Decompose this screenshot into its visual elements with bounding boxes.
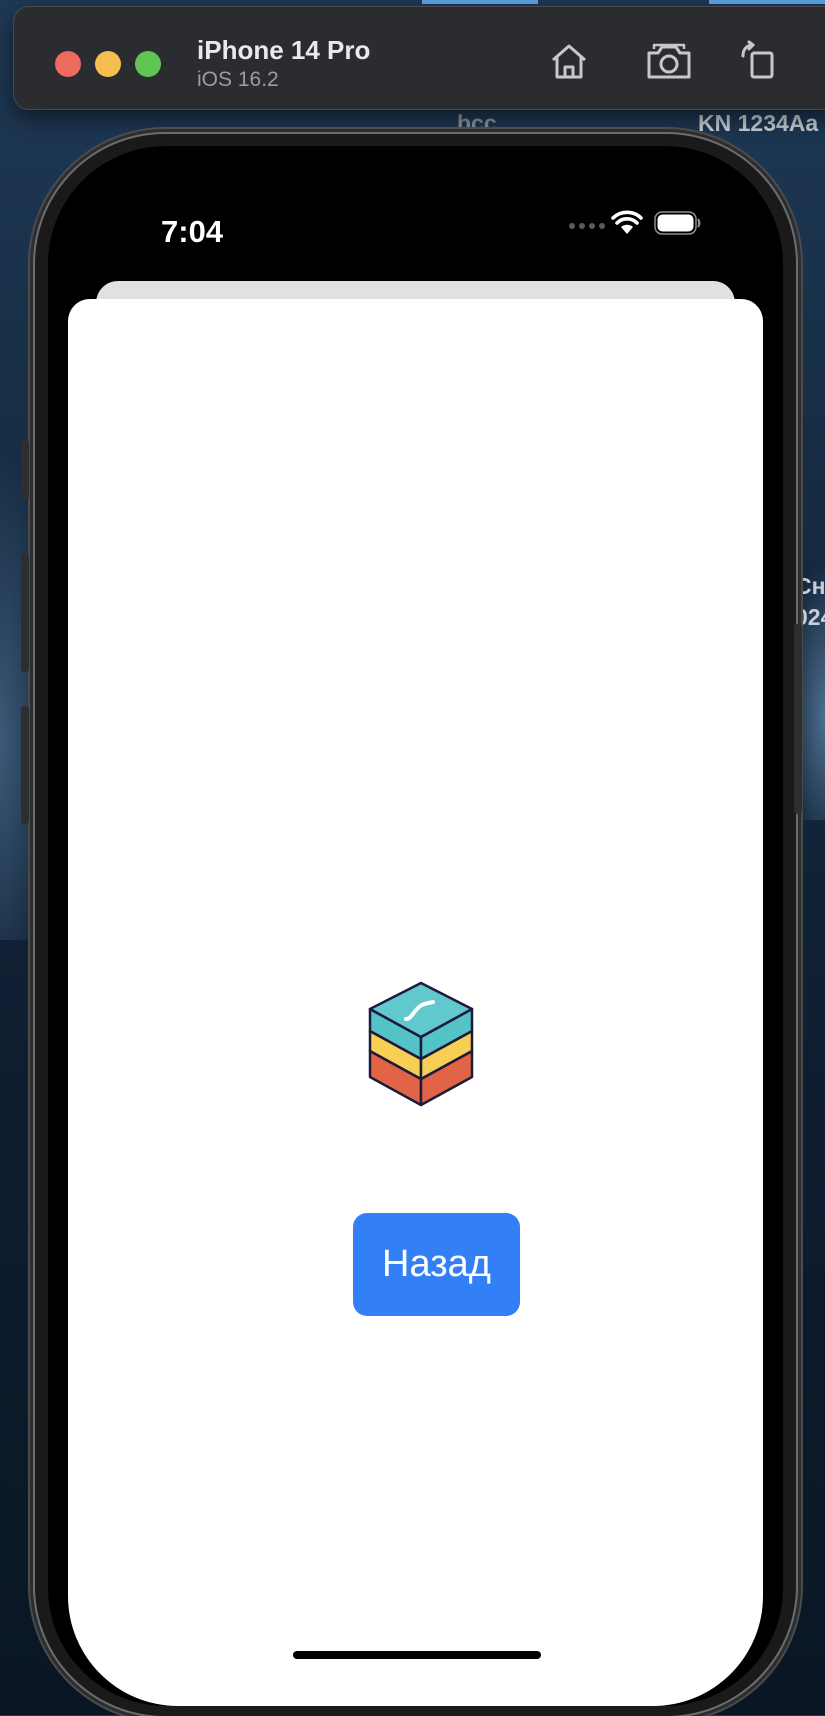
desktop-window-edge (422, 0, 538, 4)
device-name: iPhone 14 Pro (197, 35, 371, 65)
window-minimize-button[interactable] (95, 51, 121, 77)
desktop-icon-label: Сн (795, 573, 825, 599)
rotate-icon[interactable] (735, 37, 783, 85)
home-icon[interactable] (545, 37, 593, 85)
desktop-window-edge (709, 0, 825, 4)
screenshot-camera-icon[interactable] (645, 37, 693, 85)
phone-volume-down-button (21, 706, 29, 824)
iphone-device-frame: 7:04 Назад (21, 134, 802, 1716)
stacked-cube-logo-icon (368, 981, 474, 1107)
simulator-title-bar: iPhone 14 Pro iOS 16.2 (13, 6, 825, 110)
window-zoom-button[interactable] (135, 51, 161, 77)
modal-sheet: Назад (68, 299, 763, 1706)
phone-screen: 7:04 Назад (48, 146, 783, 1706)
desktop-icon-label: KN 1234Aa (698, 110, 819, 136)
window-close-button[interactable] (55, 51, 81, 77)
phone-power-button (794, 624, 802, 814)
signal-dots-icon (569, 223, 605, 229)
phone-side-button (21, 440, 29, 500)
back-button[interactable]: Назад (353, 1213, 520, 1316)
os-version: iOS 16.2 (197, 68, 279, 91)
phone-volume-up-button (21, 554, 29, 672)
status-time: 7:04 (161, 214, 224, 249)
battery-icon (654, 211, 701, 235)
home-indicator[interactable] (293, 1651, 541, 1659)
desktop-icon-label: bcc (457, 110, 497, 136)
wifi-icon (611, 210, 643, 234)
